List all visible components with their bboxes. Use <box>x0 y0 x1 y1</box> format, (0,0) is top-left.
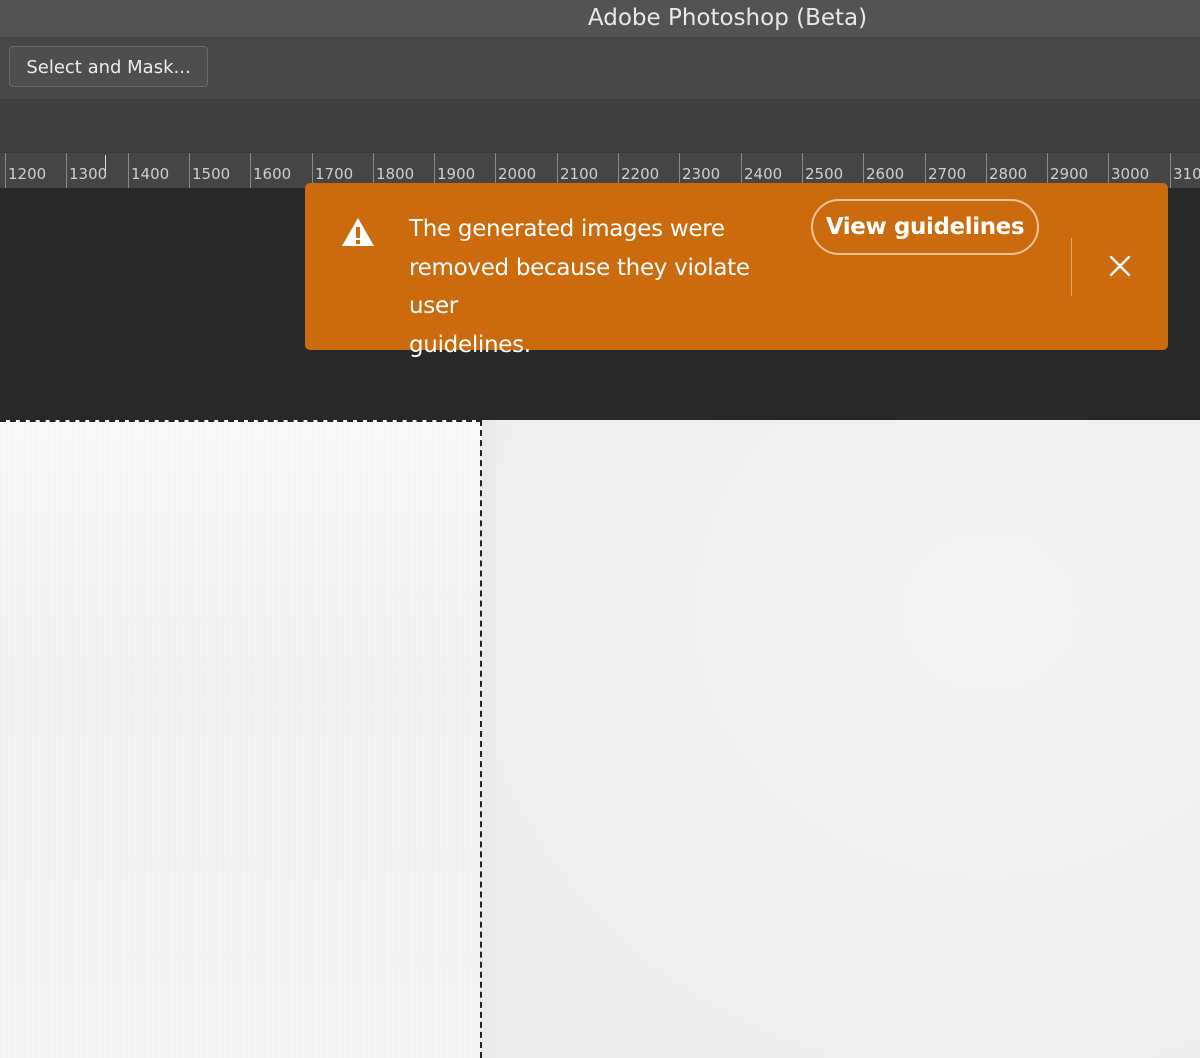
document-canvas[interactable] <box>0 420 1200 1058</box>
ruler-tick-label: 1400 <box>131 165 170 183</box>
ruler-tick-label: 1800 <box>376 165 415 183</box>
ruler-tick <box>5 153 6 188</box>
left-image-panel <box>0 420 482 1058</box>
ruler-tick-label: 1600 <box>253 165 292 183</box>
title-bar: Adobe Photoshop (Beta) <box>0 0 1200 38</box>
ruler-tick-label: 2800 <box>989 165 1028 183</box>
ruler-tick-label: 1200 <box>8 165 47 183</box>
ruler-tick-label: 2000 <box>498 165 537 183</box>
ruler-tick-label: 1500 <box>192 165 231 183</box>
ruler-tick-label: 1900 <box>437 165 476 183</box>
selection-marquee-right <box>480 420 482 1058</box>
options-bar: Select and Mask... <box>0 38 1200 100</box>
ruler-tick-label: 2500 <box>805 165 844 183</box>
ruler-tick-label: 310 <box>1173 165 1200 183</box>
ruler-tick <box>1170 153 1171 188</box>
ruler-tick-label: 1300 <box>69 165 108 183</box>
warning-icon <box>342 218 374 246</box>
select-and-mask-button[interactable]: Select and Mask... <box>9 46 208 87</box>
ruler-tick-label: 2200 <box>621 165 660 183</box>
ruler-tick <box>128 153 129 188</box>
app-title: Adobe Photoshop (Beta) <box>587 5 868 31</box>
ruler-tick-label: 2700 <box>928 165 967 183</box>
ruler-tick-label: 3000 <box>1111 165 1150 183</box>
right-image-panel <box>496 420 1200 1058</box>
view-guidelines-button[interactable]: View guidelines <box>811 199 1039 255</box>
ruler-tick-label: 1700 <box>315 165 354 183</box>
ruler-tick <box>66 153 67 188</box>
toast-message-line: The generated images were <box>409 216 725 242</box>
ruler-tick <box>189 153 190 188</box>
selection-marquee-top <box>0 420 482 422</box>
ruler-tick-label: 2100 <box>560 165 599 183</box>
panel-gap <box>482 420 496 1058</box>
toast-message: The generated images were removed becaus… <box>409 210 799 364</box>
guideline-violation-toast: The generated images were removed becaus… <box>305 183 1168 358</box>
close-icon[interactable] <box>1109 255 1131 277</box>
toast-message-line: guidelines. <box>409 331 531 358</box>
ruler-tick-label: 2400 <box>744 165 783 183</box>
ruler-tick-label: 2600 <box>866 165 905 183</box>
ruler-tick <box>250 153 251 188</box>
toast-message-line: removed because they violate user <box>409 254 750 320</box>
ruler-tick-label: 2300 <box>682 165 721 183</box>
document-tab-strip <box>0 100 1200 152</box>
toast-divider <box>1071 238 1072 296</box>
ruler-tick-label: 2900 <box>1050 165 1089 183</box>
